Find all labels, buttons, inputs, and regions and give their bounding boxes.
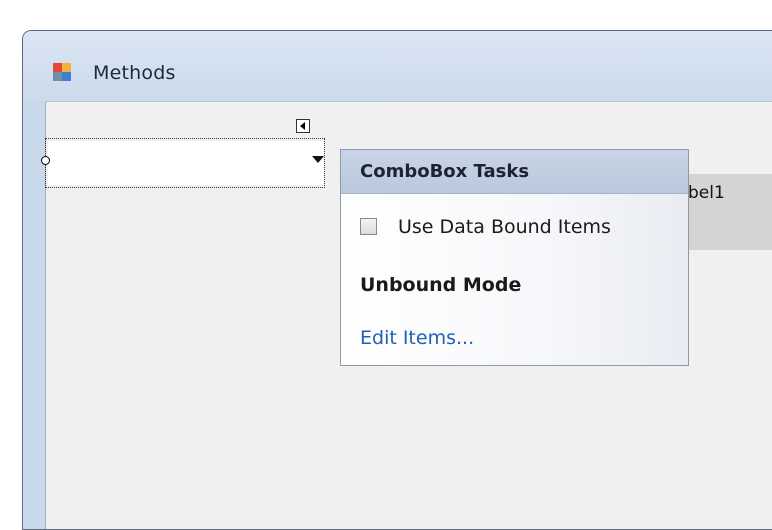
use-data-bound-items-label[interactable]: Use Data Bound Items <box>398 216 611 238</box>
combobox-selection[interactable] <box>41 138 325 188</box>
combobox[interactable] <box>48 141 324 185</box>
unbound-mode-heading: Unbound Mode <box>360 274 522 296</box>
edit-items-link[interactable]: Edit Items... <box>360 327 474 349</box>
form-app-icon <box>53 63 71 81</box>
label1-text: bel1 <box>688 183 725 203</box>
combobox-tasks-panel: ComboBox Tasks Use Data Bound Items Unbo… <box>340 149 689 366</box>
tasks-panel-header: ComboBox Tasks <box>341 150 688 194</box>
resize-handle[interactable] <box>41 156 50 165</box>
tasks-panel-title: ComboBox Tasks <box>360 161 530 182</box>
title-bar[interactable]: Methods <box>23 31 772 101</box>
window-title: Methods <box>93 62 176 84</box>
smart-tag-glyph-icon[interactable] <box>296 119 310 133</box>
dropdown-arrow-icon[interactable] <box>312 156 324 163</box>
use-data-bound-items-checkbox[interactable] <box>360 218 377 235</box>
